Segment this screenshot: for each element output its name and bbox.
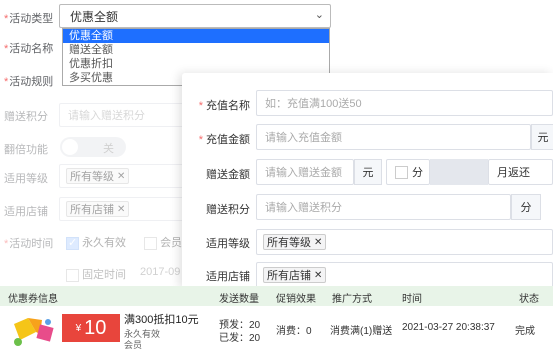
checkbox[interactable]: [66, 268, 79, 282]
time-value: 2021-03-27 20:38:37: [402, 322, 495, 333]
activity-rule-label: *活动规则: [4, 76, 54, 88]
coupon-amount: ¥10: [62, 314, 120, 342]
col-coupon-info: 优惠券信息: [8, 294, 58, 305]
recharge-name-label: * 充值名称: [198, 100, 250, 112]
points-inline-input[interactable]: 分: [386, 159, 430, 185]
level-select[interactable]: 所有等级 ✕: [59, 164, 189, 188]
store-select[interactable]: 所有店铺 ✕: [59, 197, 189, 221]
panel-level-select[interactable]: 所有等级 ✕: [256, 229, 553, 255]
gift-points-input[interactable]: 请输入赠送积分: [59, 103, 189, 127]
panel-level-tag: 所有等级 ✕: [263, 234, 327, 250]
fixed-time-checkbox[interactable]: 固定时间: [66, 266, 126, 282]
coupon-tag: 会员: [124, 340, 143, 350]
close-icon[interactable]: ✕: [117, 204, 125, 215]
panel-store-label: 适用店铺: [206, 271, 250, 283]
checkbox[interactable]: [66, 236, 79, 250]
checkbox[interactable]: [395, 165, 408, 179]
gift-amount-unit: 元: [354, 159, 382, 185]
col-status: 状态: [519, 294, 539, 305]
level-label: 适用等级: [4, 173, 48, 185]
double-toggle[interactable]: 关: [60, 137, 126, 157]
panel-gift-points-label: 赠送积分: [206, 204, 250, 216]
close-icon[interactable]: ✕: [314, 237, 322, 248]
dropdown-option[interactable]: 优惠折扣: [63, 57, 329, 71]
gift-amount-label: 赠送金额: [206, 169, 250, 181]
chevron-down-icon: ⌄: [314, 9, 324, 21]
close-icon[interactable]: ✕: [117, 171, 125, 182]
panel-store-tag: 所有店铺 ✕: [263, 267, 327, 283]
gift-icon: [14, 318, 54, 346]
gift-points-label: 赠送积分: [4, 111, 48, 123]
time-label: *活动时间: [4, 238, 54, 250]
send-done: 已发：20: [219, 333, 261, 344]
close-icon[interactable]: ✕: [314, 270, 322, 281]
activity-name-label: *活动名称: [4, 43, 54, 55]
table-header: 优惠券信息 发送数量 促销效果 推广方式 时间 状态: [0, 286, 553, 306]
gift-points-unit: 分: [511, 194, 541, 220]
store-label: 适用店铺: [4, 206, 48, 218]
member-checkbox[interactable]: 会员: [144, 234, 182, 250]
dropdown-option[interactable]: 赠送全额: [63, 43, 329, 57]
level-tag: 所有等级 ✕: [66, 168, 130, 184]
col-promo: 推广方式: [332, 294, 372, 305]
panel-store-select[interactable]: 所有店铺 ✕: [256, 262, 553, 288]
promo-value: 消费满(1)赠送: [330, 326, 393, 337]
coupon-table: 优惠券信息 发送数量 促销效果 推广方式 时间 状态 ¥10 满300抵扣10元…: [0, 286, 553, 350]
store-tag: 所有店铺 ✕: [66, 201, 130, 217]
disabled-field: [430, 159, 488, 185]
activity-type-select[interactable]: 优惠全额 ⌄: [59, 4, 331, 28]
recharge-amount-label: * 充值金额: [198, 134, 250, 146]
double-label: 翻倍功能: [4, 144, 48, 156]
col-send-count: 发送数量: [219, 294, 259, 305]
recharge-name-input[interactable]: 如：充值满100送50: [256, 90, 553, 116]
recharge-amount-input[interactable]: 请输入充值金额: [256, 124, 531, 150]
coupon-title: 满300抵扣10元: [124, 314, 199, 326]
activity-type-label: *活动类型: [4, 13, 54, 25]
col-effect: 促销效果: [276, 294, 316, 305]
panel-level-label: 适用等级: [206, 238, 250, 250]
effect-value: 消费：0: [276, 326, 312, 337]
permanent-checkbox[interactable]: 永久有效: [66, 234, 126, 250]
toggle-state: 关: [103, 143, 114, 155]
gift-amount-input[interactable]: 请输入赠送金额: [256, 159, 354, 185]
date-input[interactable]: 2017-09: [140, 266, 180, 278]
table-row[interactable]: ¥10 满300抵扣10元 永久有效 会员 预发：20 已发：20 消费：0 消…: [0, 306, 553, 350]
col-time: 时间: [402, 294, 422, 305]
monthly-return[interactable]: 月返还: [488, 159, 553, 185]
checkbox[interactable]: [144, 236, 157, 250]
amount-unit: 元: [531, 124, 553, 150]
status-badge: 完成: [515, 326, 535, 337]
dropdown-option[interactable]: 优惠全额: [63, 29, 329, 43]
activity-type-value: 优惠全额: [70, 9, 119, 24]
recharge-panel: * 充值名称 如：充值满100送50 * 充值金额 请输入充值金额 元 赠送金额 请…: [182, 73, 553, 288]
panel-gift-points-input[interactable]: 请输入赠送积分: [256, 194, 511, 220]
